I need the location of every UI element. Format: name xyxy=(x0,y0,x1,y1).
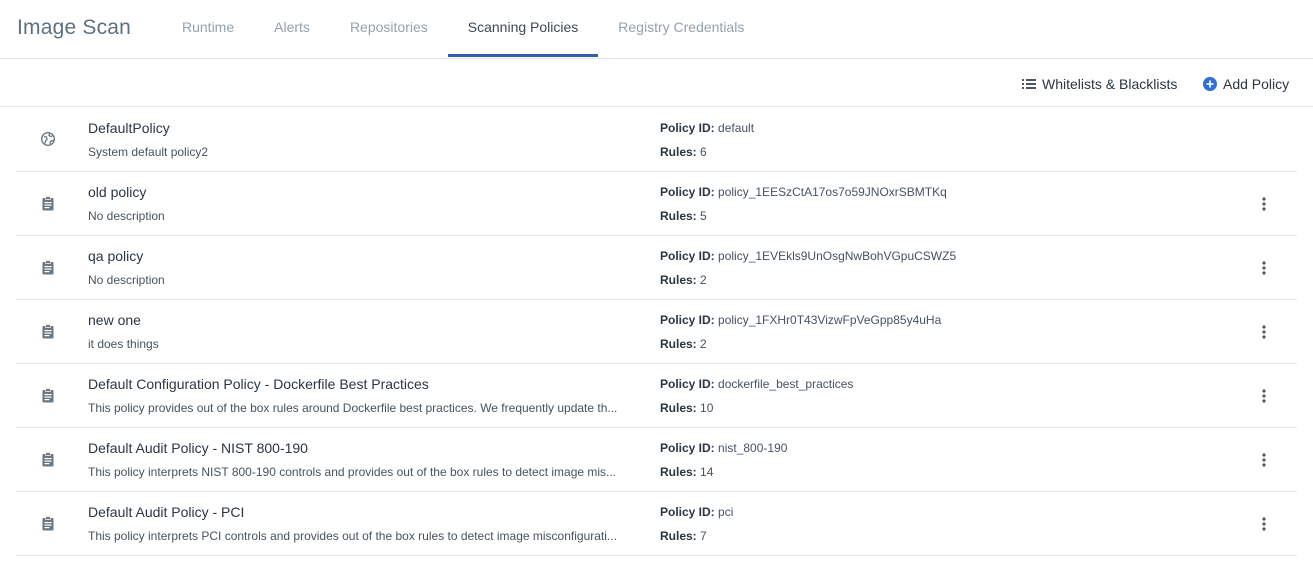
whitelists-blacklists-label: Whitelists & Blacklists xyxy=(1042,75,1178,92)
policy-name: Default Audit Policy - PCI xyxy=(88,504,245,520)
policy-row[interactable]: Default Audit Policy - NIST 800-190 This … xyxy=(16,428,1297,492)
policy-name: Default Audit Policy - NIST 800-190 xyxy=(88,440,308,456)
policy-description: it does things xyxy=(88,337,159,351)
policy-description: This policy interprets NIST 800-190 cont… xyxy=(88,465,617,479)
policy-description: No description xyxy=(88,273,165,287)
rules-field: Rules: 6 xyxy=(660,145,707,159)
policy-description: System default policy2 xyxy=(88,145,209,159)
rules-label: Rules: xyxy=(660,465,697,479)
policy-id-label: Policy ID: xyxy=(660,313,715,327)
rules-value: 14 xyxy=(700,465,714,479)
rules-label: Rules: xyxy=(660,273,697,287)
policy-name: DefaultPolicy xyxy=(88,120,170,136)
policy-id-value: policy_1EESzCtA17os7o59JNOxrSBMTKq xyxy=(718,185,947,199)
tab-scanning-policies[interactable]: Scanning Policies xyxy=(447,0,599,57)
more-options-icon[interactable] xyxy=(1256,450,1272,470)
policy-row[interactable]: Default Audit Policy - PCI This policy in… xyxy=(16,492,1297,556)
rules-value: 6 xyxy=(700,145,707,159)
rules-label: Rules: xyxy=(660,337,697,351)
more-options-icon[interactable] xyxy=(1256,386,1272,406)
more-options-icon[interactable] xyxy=(1256,194,1272,214)
top-bar: Image Scan Runtime Alerts Repositories S… xyxy=(0,0,1313,59)
clipboard-icon xyxy=(40,323,56,339)
tab-registry-credentials[interactable]: Registry Credentials xyxy=(598,0,764,56)
rules-label: Rules: xyxy=(660,145,697,159)
policy-id-label: Policy ID: xyxy=(660,249,715,263)
policy-id-value: policy_1FXHr0T43VizwFpVeGpp85y4uHa xyxy=(718,313,942,327)
policy-description: No description xyxy=(88,209,165,223)
more-options-icon[interactable] xyxy=(1256,514,1272,534)
policy-id-label: Policy ID: xyxy=(660,185,715,199)
rules-value: 2 xyxy=(700,273,707,287)
rules-field: Rules: 2 xyxy=(660,337,707,351)
clipboard-icon xyxy=(40,387,56,403)
globe-icon xyxy=(40,131,56,147)
more-options-icon[interactable] xyxy=(1256,258,1272,278)
add-policy-button[interactable]: Add Policy xyxy=(1203,60,1289,107)
policy-row[interactable]: qa policy No description Policy ID: policy… xyxy=(16,236,1297,300)
plus-circle-icon xyxy=(1203,76,1217,91)
rules-field: Rules: 10 xyxy=(660,401,713,415)
whitelists-blacklists-button[interactable]: Whitelists & Blacklists xyxy=(1022,60,1177,107)
policy-id-label: Policy ID: xyxy=(660,505,715,519)
policy-description: This policy provides out of the box rule… xyxy=(88,401,618,415)
rules-label: Rules: xyxy=(660,401,697,415)
rules-field: Rules: 7 xyxy=(660,529,707,543)
rules-field: Rules: 2 xyxy=(660,273,707,287)
tab-runtime[interactable]: Runtime xyxy=(162,0,254,56)
policy-id-value: policy_1EVEkls9UnOsgNwBohVGpuCSWZ5 xyxy=(718,249,957,263)
policy-row[interactable]: DefaultPolicy System default policy2 Polic… xyxy=(16,108,1297,172)
policy-name: Default Configuration Policy - Dockerfil… xyxy=(88,376,429,392)
clipboard-icon xyxy=(40,259,56,275)
rules-label: Rules: xyxy=(660,209,697,223)
more-options-icon[interactable] xyxy=(1256,322,1272,342)
policy-id-field: Policy ID: nist_800-190 xyxy=(660,441,787,455)
list-icon xyxy=(1022,78,1036,90)
rules-field: Rules: 5 xyxy=(660,209,707,223)
nav-tabs: Runtime Alerts Repositories Scanning Pol… xyxy=(162,0,764,59)
policy-list: DefaultPolicy System default policy2 Polic… xyxy=(16,108,1297,556)
rules-value: 2 xyxy=(700,337,707,351)
policy-id-label: Policy ID: xyxy=(660,121,715,135)
policy-name: old policy xyxy=(88,184,147,200)
clipboard-icon xyxy=(40,515,56,531)
policy-row[interactable]: old policy No description Policy ID: polic… xyxy=(16,172,1297,236)
tab-repositories[interactable]: Repositories xyxy=(330,0,448,56)
policy-id-value: default xyxy=(718,121,755,135)
policy-id-field: Policy ID: pci xyxy=(660,505,733,519)
clipboard-icon xyxy=(40,451,56,467)
policy-name: qa policy xyxy=(88,248,144,264)
policy-id-value: dockerfile_best_practices xyxy=(718,377,854,391)
rules-value: 7 xyxy=(700,529,707,543)
policy-id-field: Policy ID: policy_1EVEkls9UnOsgNwBohVGpu… xyxy=(660,249,956,263)
rules-field: Rules: 14 xyxy=(660,465,713,479)
policy-row[interactable]: Default Configuration Policy - Dockerfil… xyxy=(16,364,1297,428)
policy-id-field: Policy ID: dockerfile_best_practices xyxy=(660,377,853,391)
rules-value: 10 xyxy=(700,401,714,415)
add-policy-label: Add Policy xyxy=(1223,75,1290,92)
rules-value: 5 xyxy=(700,209,707,223)
policy-description: This policy interprets PCI controls and … xyxy=(88,529,617,543)
policy-row[interactable]: new one it does things Policy ID: policy_1… xyxy=(16,300,1297,364)
policy-id-field: Policy ID: default xyxy=(660,121,754,135)
toolbar: Whitelists & Blacklists Add Policy xyxy=(0,60,1313,107)
tab-alerts[interactable]: Alerts xyxy=(254,0,330,56)
policy-id-label: Policy ID: xyxy=(660,377,715,391)
policy-id-value: pci xyxy=(718,505,734,519)
app-title: Image Scan xyxy=(17,16,132,39)
rules-label: Rules: xyxy=(660,529,697,543)
clipboard-icon xyxy=(40,195,56,211)
policy-name: new one xyxy=(88,312,141,328)
policy-id-field: Policy ID: policy_1EESzCtA17os7o59JNOxrS… xyxy=(660,185,947,199)
policy-id-field: Policy ID: policy_1FXHr0T43VizwFpVeGpp85… xyxy=(660,313,941,327)
policy-id-value: nist_800-190 xyxy=(718,441,788,455)
policy-id-label: Policy ID: xyxy=(660,441,715,455)
